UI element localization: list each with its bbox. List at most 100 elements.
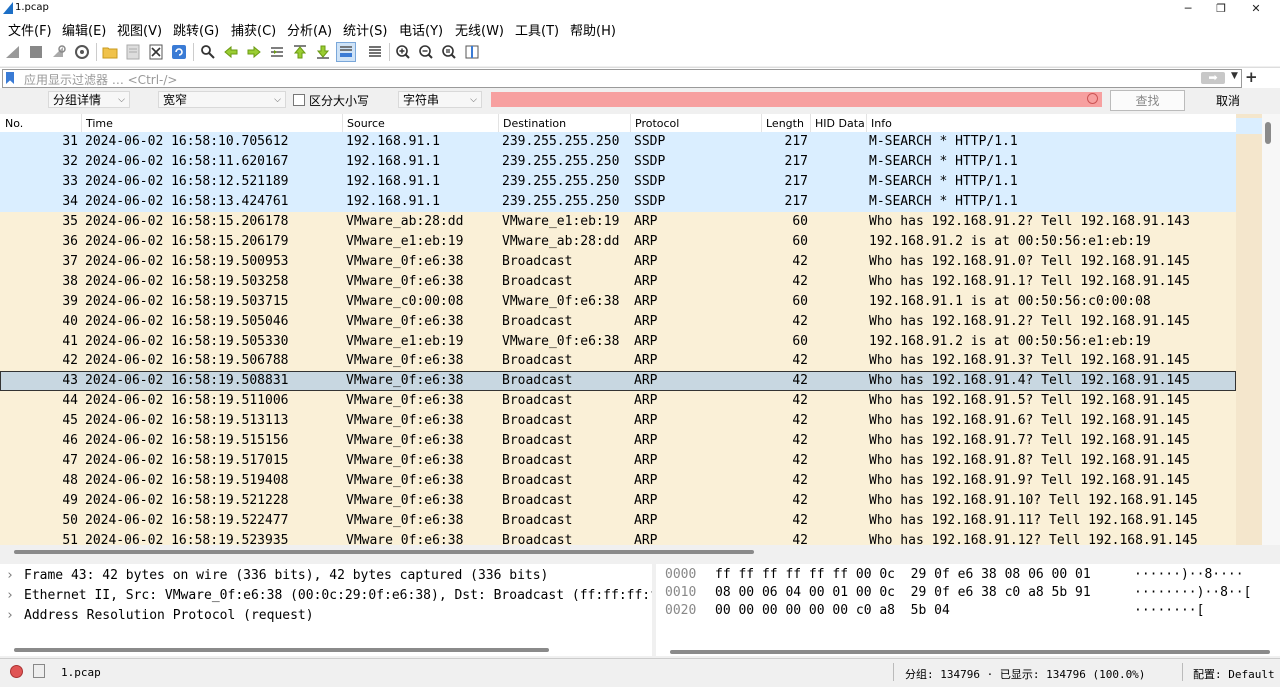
byte-ascii[interactable]: ······)··8···· <box>1134 566 1244 584</box>
packet-row[interactable]: 41 2024-06-02 16:58:19.505330 VMware_e1:eb… <box>0 331 1236 352</box>
byte-hex[interactable]: 08 00 06 04 00 01 00 0c 29 0f e6 38 c0 a… <box>715 584 1091 602</box>
options-icon[interactable] <box>72 42 92 62</box>
find-icon[interactable] <box>198 42 218 62</box>
packet-row[interactable]: 34 2024-06-02 16:58:13.424761 192.168.91.1… <box>0 191 1236 212</box>
cell-source: VMware_0f:e6:38 <box>346 413 464 429</box>
byte-ascii[interactable]: ········)··8··[ <box>1134 584 1251 602</box>
shark-fin-icon[interactable] <box>3 42 23 62</box>
resize-columns-icon[interactable] <box>462 42 482 62</box>
packet-row[interactable]: 44 2024-06-02 16:58:19.511006 VMware_0f:e6… <box>0 391 1236 412</box>
expert-info-icon[interactable] <box>10 665 23 678</box>
search-type-select[interactable]: 字符串 ⌵ <box>398 91 482 108</box>
expand-chevron-icon[interactable]: › <box>6 586 14 606</box>
goto-icon[interactable] <box>267 42 287 62</box>
column-header-info[interactable]: Info <box>871 117 892 130</box>
packet-row[interactable]: 50 2024-06-02 16:58:19.522477 VMware_0f:e6… <box>0 511 1236 532</box>
details-horizontal-scrollbar[interactable] <box>14 648 549 652</box>
menu-file[interactable]: 文件(F) <box>8 20 52 39</box>
packet-row[interactable]: 39 2024-06-02 16:58:19.503715 VMware_c0:00… <box>0 291 1236 312</box>
column-header-hid-data[interactable]: HID Data <box>815 117 865 130</box>
packet-row[interactable]: 51 2024-06-02 16:58:19.523935 VMware_0f:e6… <box>0 531 1236 545</box>
case-sensitive-checkbox[interactable] <box>293 94 305 106</box>
packet-list-horizontal-scrollbar[interactable] <box>0 545 1262 558</box>
bookmark-icon[interactable] <box>6 72 14 84</box>
scroll-thumb[interactable] <box>14 550 754 554</box>
detail-row-arp[interactable]: › Address Resolution Protocol (request) <box>0 606 652 626</box>
scroll-thumb[interactable] <box>1265 122 1271 144</box>
detail-row-ethernet[interactable]: › Ethernet II, Src: VMware_0f:e6:38 (00:0… <box>0 586 652 606</box>
close-button[interactable]: ✕ <box>1238 0 1274 17</box>
autoscroll-icon[interactable] <box>336 42 356 62</box>
packet-row[interactable]: 37 2024-06-02 16:58:19.500953 VMware_0f:e6… <box>0 251 1236 272</box>
stop-icon[interactable] <box>26 42 46 62</box>
title-bar: 1.pcap ─ ❐ ✕ <box>0 0 1280 17</box>
find-button[interactable]: 查找 <box>1110 90 1185 111</box>
apply-filter-icon[interactable]: ➡ <box>1201 72 1225 84</box>
byte-hex[interactable]: ff ff ff ff ff ff 00 0c 29 0f e6 38 08 0… <box>715 566 1091 584</box>
filter-dropdown-icon[interactable]: ▼ <box>1231 71 1238 81</box>
packet-row[interactable]: 48 2024-06-02 16:58:19.519408 VMware_0f:e6… <box>0 471 1236 492</box>
column-header-destination[interactable]: Destination <box>503 117 566 130</box>
packet-row[interactable]: 33 2024-06-02 16:58:12.521189 192.168.91.1… <box>0 171 1236 192</box>
forward-icon[interactable] <box>244 42 264 62</box>
cancel-button[interactable]: 取消 <box>1190 90 1266 111</box>
bytes-horizontal-scrollbar[interactable] <box>670 650 1270 654</box>
packet-row[interactable]: 36 2024-06-02 16:58:15.206179 VMware_e1:eb… <box>0 231 1236 252</box>
byte-ascii[interactable]: ········[ <box>1134 602 1204 620</box>
packet-row[interactable]: 42 2024-06-02 16:58:19.506788 VMware_0f:e6… <box>0 351 1236 372</box>
back-icon[interactable] <box>221 42 241 62</box>
open-icon[interactable] <box>100 42 120 62</box>
minimize-button[interactable]: ─ <box>1170 0 1206 17</box>
search-in-select[interactable]: 分组详情 ⌵ <box>48 91 130 108</box>
menu-capture[interactable]: 捕获(C) <box>231 20 276 39</box>
clear-icon[interactable] <box>1087 93 1098 104</box>
menu-view[interactable]: 视图(V) <box>117 20 162 39</box>
menu-wireless[interactable]: 无线(W) <box>455 20 504 39</box>
packet-row[interactable]: 43 2024-06-02 16:58:19.508831 VMware_0f:e6… <box>0 371 1236 392</box>
restart-icon[interactable] <box>49 42 69 62</box>
zoom-reset-icon[interactable] <box>439 42 459 62</box>
save-icon[interactable] <box>123 42 143 62</box>
expand-chevron-icon[interactable]: › <box>6 606 14 626</box>
byte-hex[interactable]: 00 00 00 00 00 00 c0 a8 5b 04 <box>715 602 950 620</box>
menu-go[interactable]: 跳转(G) <box>173 20 219 39</box>
column-header-source[interactable]: Source <box>347 117 385 130</box>
close-file-icon[interactable] <box>146 42 166 62</box>
packet-row[interactable]: 49 2024-06-02 16:58:19.521228 VMware_0f:e6… <box>0 491 1236 512</box>
column-header-length[interactable]: Length <box>766 117 804 130</box>
menu-tools[interactable]: 工具(T) <box>515 20 559 39</box>
expand-chevron-icon[interactable]: › <box>6 566 14 586</box>
packet-row[interactable]: 35 2024-06-02 16:58:15.206178 VMware_ab:28… <box>0 211 1236 232</box>
packet-list-vertical-scrollbar[interactable] <box>1262 114 1280 545</box>
intelligent-scrollbar[interactable] <box>1236 114 1262 545</box>
menu-telephony[interactable]: 电话(Y) <box>399 20 443 39</box>
display-filter-input[interactable]: 应用显示过滤器 … <Ctrl-/> ➡ ▼ <box>2 69 1242 88</box>
zoom-out-icon[interactable] <box>416 42 436 62</box>
colorize-icon[interactable] <box>365 42 385 62</box>
capture-comment-icon[interactable] <box>33 664 45 678</box>
status-profile[interactable]: 配置: Default <box>1193 666 1275 682</box>
menu-help[interactable]: 帮助(H) <box>570 20 616 39</box>
column-header-time[interactable]: Time <box>86 117 113 130</box>
packet-row[interactable]: 38 2024-06-02 16:58:19.503258 VMware_0f:e6… <box>0 271 1236 292</box>
char-width-select[interactable]: 宽窄 ⌵ <box>158 91 286 108</box>
zoom-in-icon[interactable] <box>393 42 413 62</box>
find-text-input[interactable] <box>491 92 1102 107</box>
menu-analyze[interactable]: 分析(A) <box>287 20 332 39</box>
reload-icon[interactable] <box>169 42 189 62</box>
menu-edit[interactable]: 编辑(E) <box>62 20 106 39</box>
packet-row[interactable]: 32 2024-06-02 16:58:11.620167 192.168.91.1… <box>0 151 1236 172</box>
maximize-button[interactable]: ❐ <box>1203 0 1239 17</box>
add-filter-button-icon[interactable]: + <box>1245 68 1258 86</box>
packet-row[interactable]: 45 2024-06-02 16:58:19.513113 VMware_0f:e6… <box>0 411 1236 432</box>
menu-statistics[interactable]: 统计(S) <box>343 20 387 39</box>
last-icon[interactable] <box>313 42 333 62</box>
packet-row[interactable]: 47 2024-06-02 16:58:19.517015 VMware_0f:e6… <box>0 451 1236 472</box>
column-header-protocol[interactable]: Protocol <box>635 117 679 130</box>
detail-row-frame[interactable]: › Frame 43: 42 bytes on wire (336 bits), … <box>0 566 652 586</box>
packet-row[interactable]: 46 2024-06-02 16:58:19.515156 VMware_0f:e6… <box>0 431 1236 452</box>
packet-row[interactable]: 31 2024-06-02 16:58:10.705612 192.168.91.1… <box>0 132 1236 152</box>
first-icon[interactable] <box>290 42 310 62</box>
column-header-no[interactable]: No. <box>5 117 23 130</box>
packet-row[interactable]: 40 2024-06-02 16:58:19.505046 VMware_0f:e6… <box>0 311 1236 332</box>
